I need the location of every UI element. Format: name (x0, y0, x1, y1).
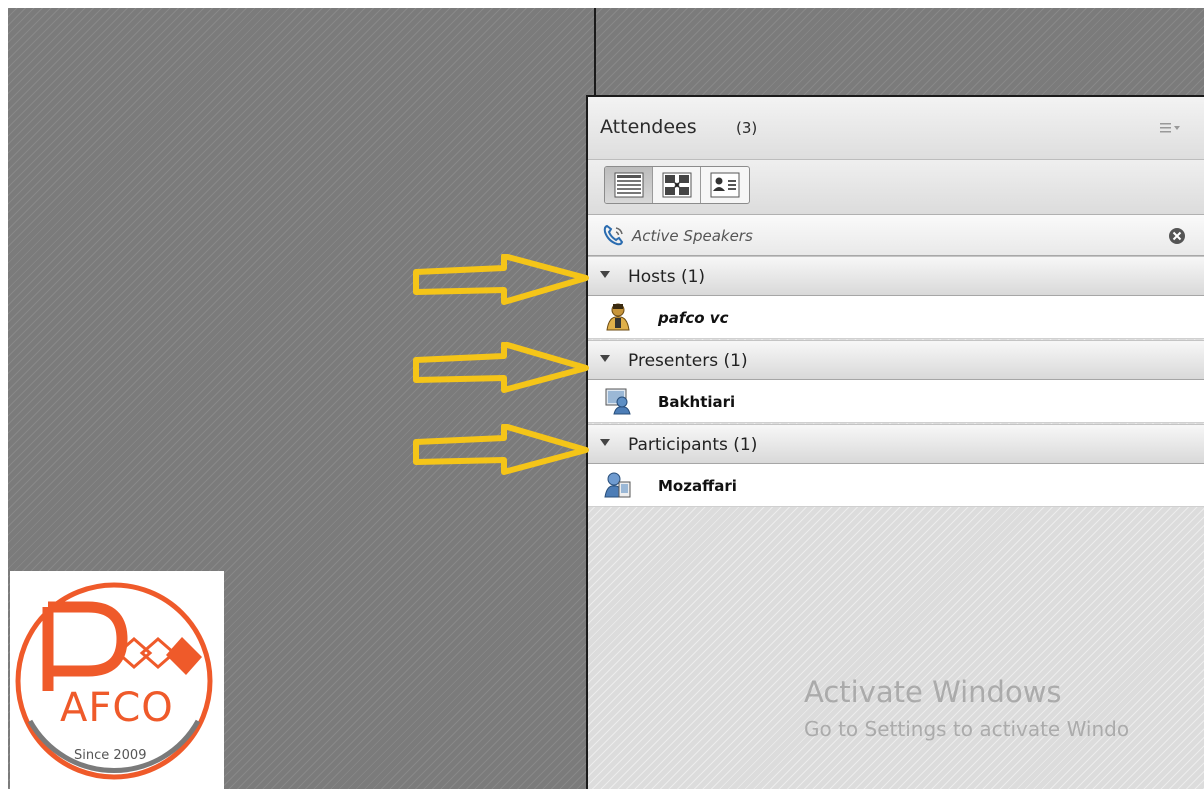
pafco-logo-mark: AFCO Since 2009 (15, 582, 213, 780)
pod-menu-icon[interactable] (1160, 121, 1182, 135)
attendee-name: pafco vc (658, 309, 729, 327)
list-view-icon (614, 172, 643, 198)
attendees-panel: Attendees (3) Active Speakers Hosts (1) … (586, 95, 1204, 789)
phone-speaking-icon (603, 224, 624, 246)
svg-text:AFCO: AFCO (60, 685, 174, 731)
collapse-triangle-icon (600, 439, 610, 446)
close-icon[interactable] (1168, 227, 1186, 245)
breakout-rooms-icon (662, 172, 691, 198)
view-button-group (604, 166, 750, 204)
panel-title: Attendees (600, 116, 697, 138)
presenters-section-header[interactable]: Presenters (1) (588, 340, 1204, 380)
section-label: Participants (1) (628, 435, 758, 455)
stage-divider (594, 8, 596, 98)
presenter-icon (605, 388, 631, 415)
attendee-status-button[interactable] (701, 167, 749, 203)
attendee-status-icon (710, 172, 740, 198)
participant-icon (604, 472, 631, 498)
collapse-triangle-icon (600, 355, 610, 362)
svg-text:Since 2009: Since 2009 (74, 748, 146, 763)
collapse-triangle-icon (600, 271, 610, 278)
active-speakers-bar[interactable]: Active Speakers (588, 215, 1204, 256)
view-toolbar (588, 160, 1204, 215)
active-speakers-label: Active Speakers (632, 227, 753, 245)
annotation-arrow (413, 342, 589, 393)
attendee-row[interactable]: pafco vc (588, 296, 1204, 339)
annotation-arrow (413, 254, 589, 305)
section-label: Presenters (1) (628, 351, 748, 371)
section-label: Hosts (1) (628, 267, 706, 287)
attendee-name: Mozaffari (658, 477, 737, 495)
pafco-logo: AFCO Since 2009 (10, 571, 224, 789)
attendee-count: (3) (736, 119, 758, 137)
activate-windows-title: Activate Windows (804, 675, 1062, 709)
hosts-section-header[interactable]: Hosts (1) (588, 256, 1204, 296)
participants-section-header[interactable]: Participants (1) (588, 424, 1204, 464)
panel-header: Attendees (3) (588, 97, 1204, 160)
activate-windows-subtitle: Go to Settings to activate Windo (804, 717, 1130, 741)
attendee-name: Bakhtiari (658, 393, 736, 411)
list-view-button[interactable] (605, 167, 653, 203)
attendee-row[interactable]: Bakhtiari (588, 380, 1204, 423)
breakout-rooms-button[interactable] (653, 167, 701, 203)
annotation-arrow (413, 424, 589, 475)
attendee-row[interactable]: Mozaffari (588, 464, 1204, 507)
host-icon (606, 303, 630, 331)
